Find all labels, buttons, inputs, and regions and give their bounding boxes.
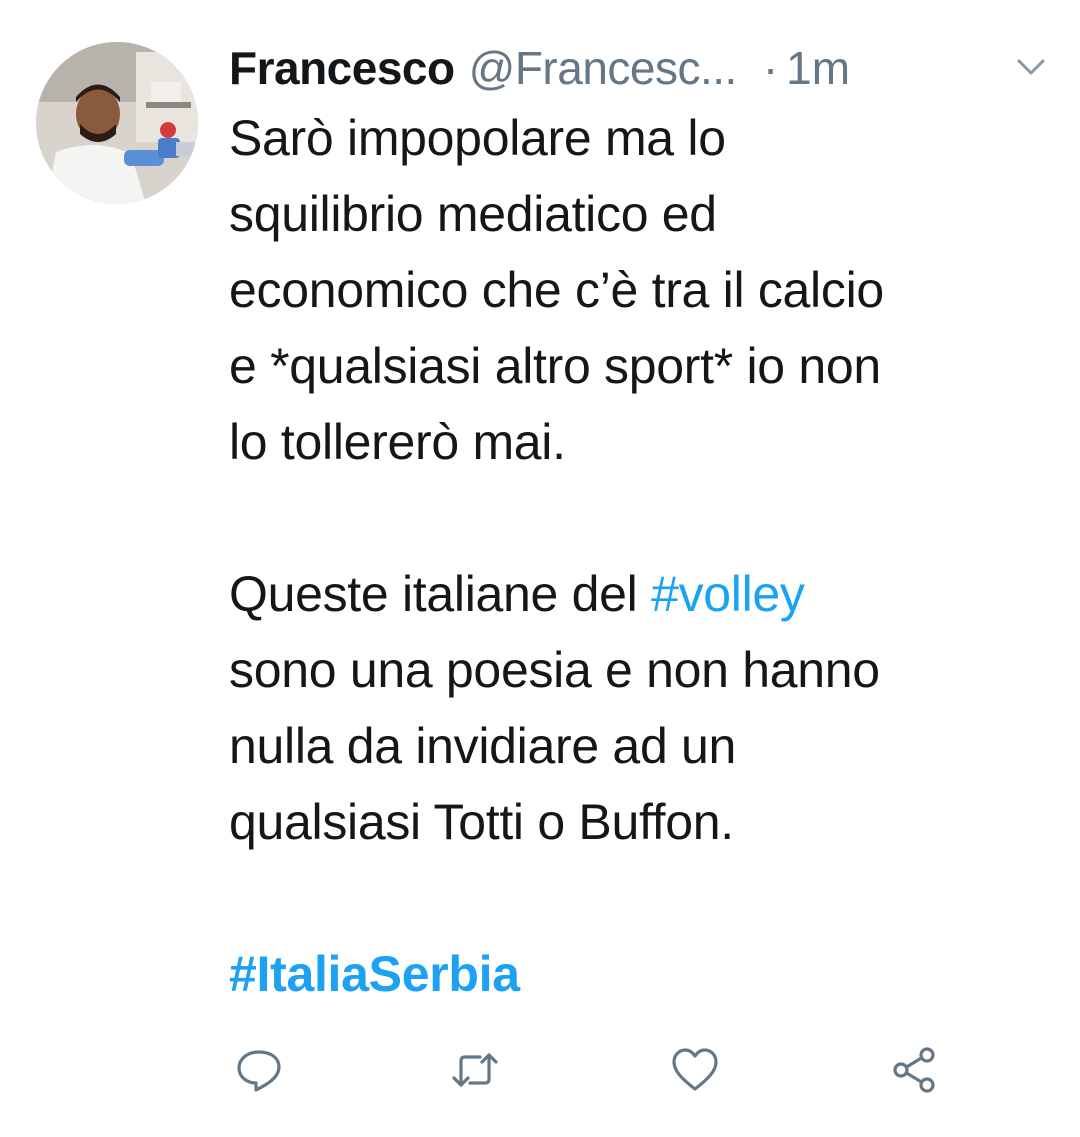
like-button[interactable] bbox=[665, 1040, 725, 1100]
tweet-menu-button[interactable] bbox=[1014, 50, 1048, 84]
text-line: lo tollererò mai. bbox=[229, 414, 566, 470]
tweet-text: Sarò impopolare ma lo squilibrio mediati… bbox=[229, 100, 1049, 1012]
share-button[interactable] bbox=[885, 1040, 945, 1100]
text-line: Queste italiane del #volley bbox=[229, 556, 1049, 632]
text-line: qualsiasi Totti o Buffon. bbox=[229, 794, 734, 850]
text-line: e *qualsiasi altro sport* io non bbox=[229, 338, 881, 394]
chevron-down-icon bbox=[1017, 59, 1045, 75]
hashtag-volley-link[interactable]: #volley bbox=[651, 566, 805, 622]
text-segment: Queste italiane del bbox=[229, 566, 652, 622]
text-line: sono una poesia e non hanno bbox=[229, 642, 880, 698]
reply-icon bbox=[237, 1050, 281, 1092]
hashtag-italiaserbia-link[interactable]: #ItaliaSerbia bbox=[229, 946, 520, 1002]
text-line: #ItaliaSerbia bbox=[229, 936, 1049, 1012]
heart-icon bbox=[672, 1048, 718, 1091]
share-icon bbox=[893, 1047, 935, 1093]
author-name[interactable]: Francesco bbox=[229, 41, 455, 95]
text-line: Sarò impopolare ma lo bbox=[229, 110, 726, 166]
author-handle[interactable]: @Francesc... bbox=[469, 41, 738, 95]
retweet-icon bbox=[452, 1053, 498, 1087]
tweet-header: Francesco @Francesc... · 1m bbox=[229, 36, 1059, 100]
tweet: Francesco @Francesc... · 1m Sarò impopol… bbox=[0, 0, 1080, 1137]
separator-dot: · bbox=[762, 42, 779, 94]
avatar-photo bbox=[36, 42, 198, 204]
text-line: squilibrio mediatico ed bbox=[229, 186, 717, 242]
retweet-button[interactable] bbox=[445, 1040, 505, 1100]
tweet-actions bbox=[229, 1040, 989, 1100]
timestamp[interactable]: 1m bbox=[786, 41, 850, 95]
avatar[interactable] bbox=[36, 42, 198, 204]
text-line: nulla da invidiare ad un bbox=[229, 718, 737, 774]
text-line: economico che c’è tra il calcio bbox=[229, 262, 884, 318]
reply-button[interactable] bbox=[229, 1040, 289, 1100]
